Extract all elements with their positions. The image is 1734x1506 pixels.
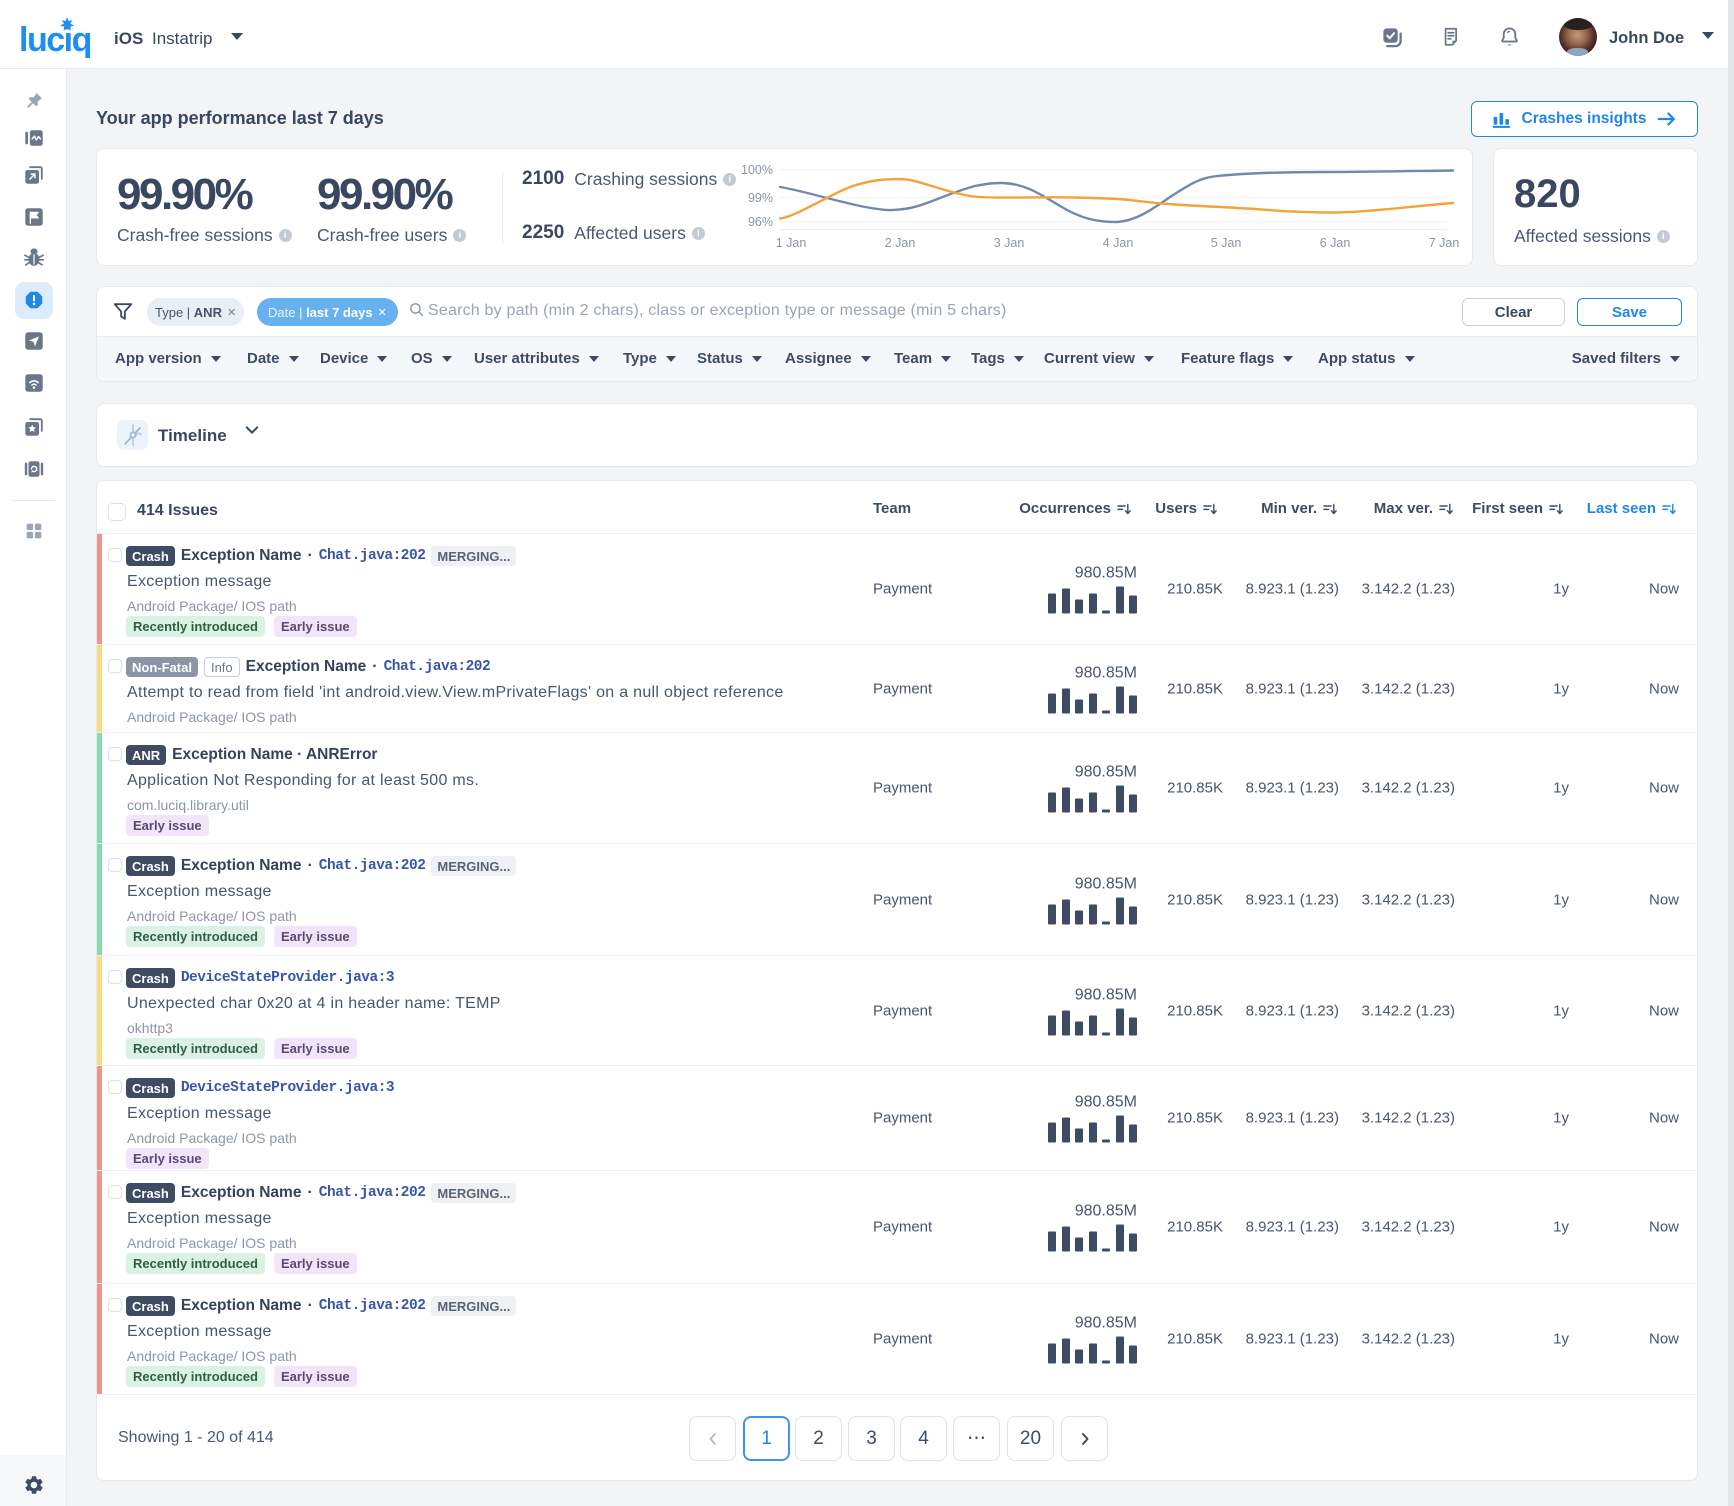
svg-text:7 Jan: 7 Jan [1429, 236, 1460, 250]
svg-text:4 Jan: 4 Jan [1103, 236, 1134, 250]
svg-text:2 Jan: 2 Jan [885, 236, 916, 250]
svg-text:100%: 100% [741, 163, 773, 177]
svg-text:5 Jan: 5 Jan [1211, 236, 1242, 250]
svg-text:1 Jan: 1 Jan [776, 236, 807, 250]
svg-text:96%: 96% [748, 215, 773, 229]
svg-text:3 Jan: 3 Jan [994, 236, 1025, 250]
svg-text:99%: 99% [748, 191, 773, 205]
svg-text:6 Jan: 6 Jan [1320, 236, 1351, 250]
